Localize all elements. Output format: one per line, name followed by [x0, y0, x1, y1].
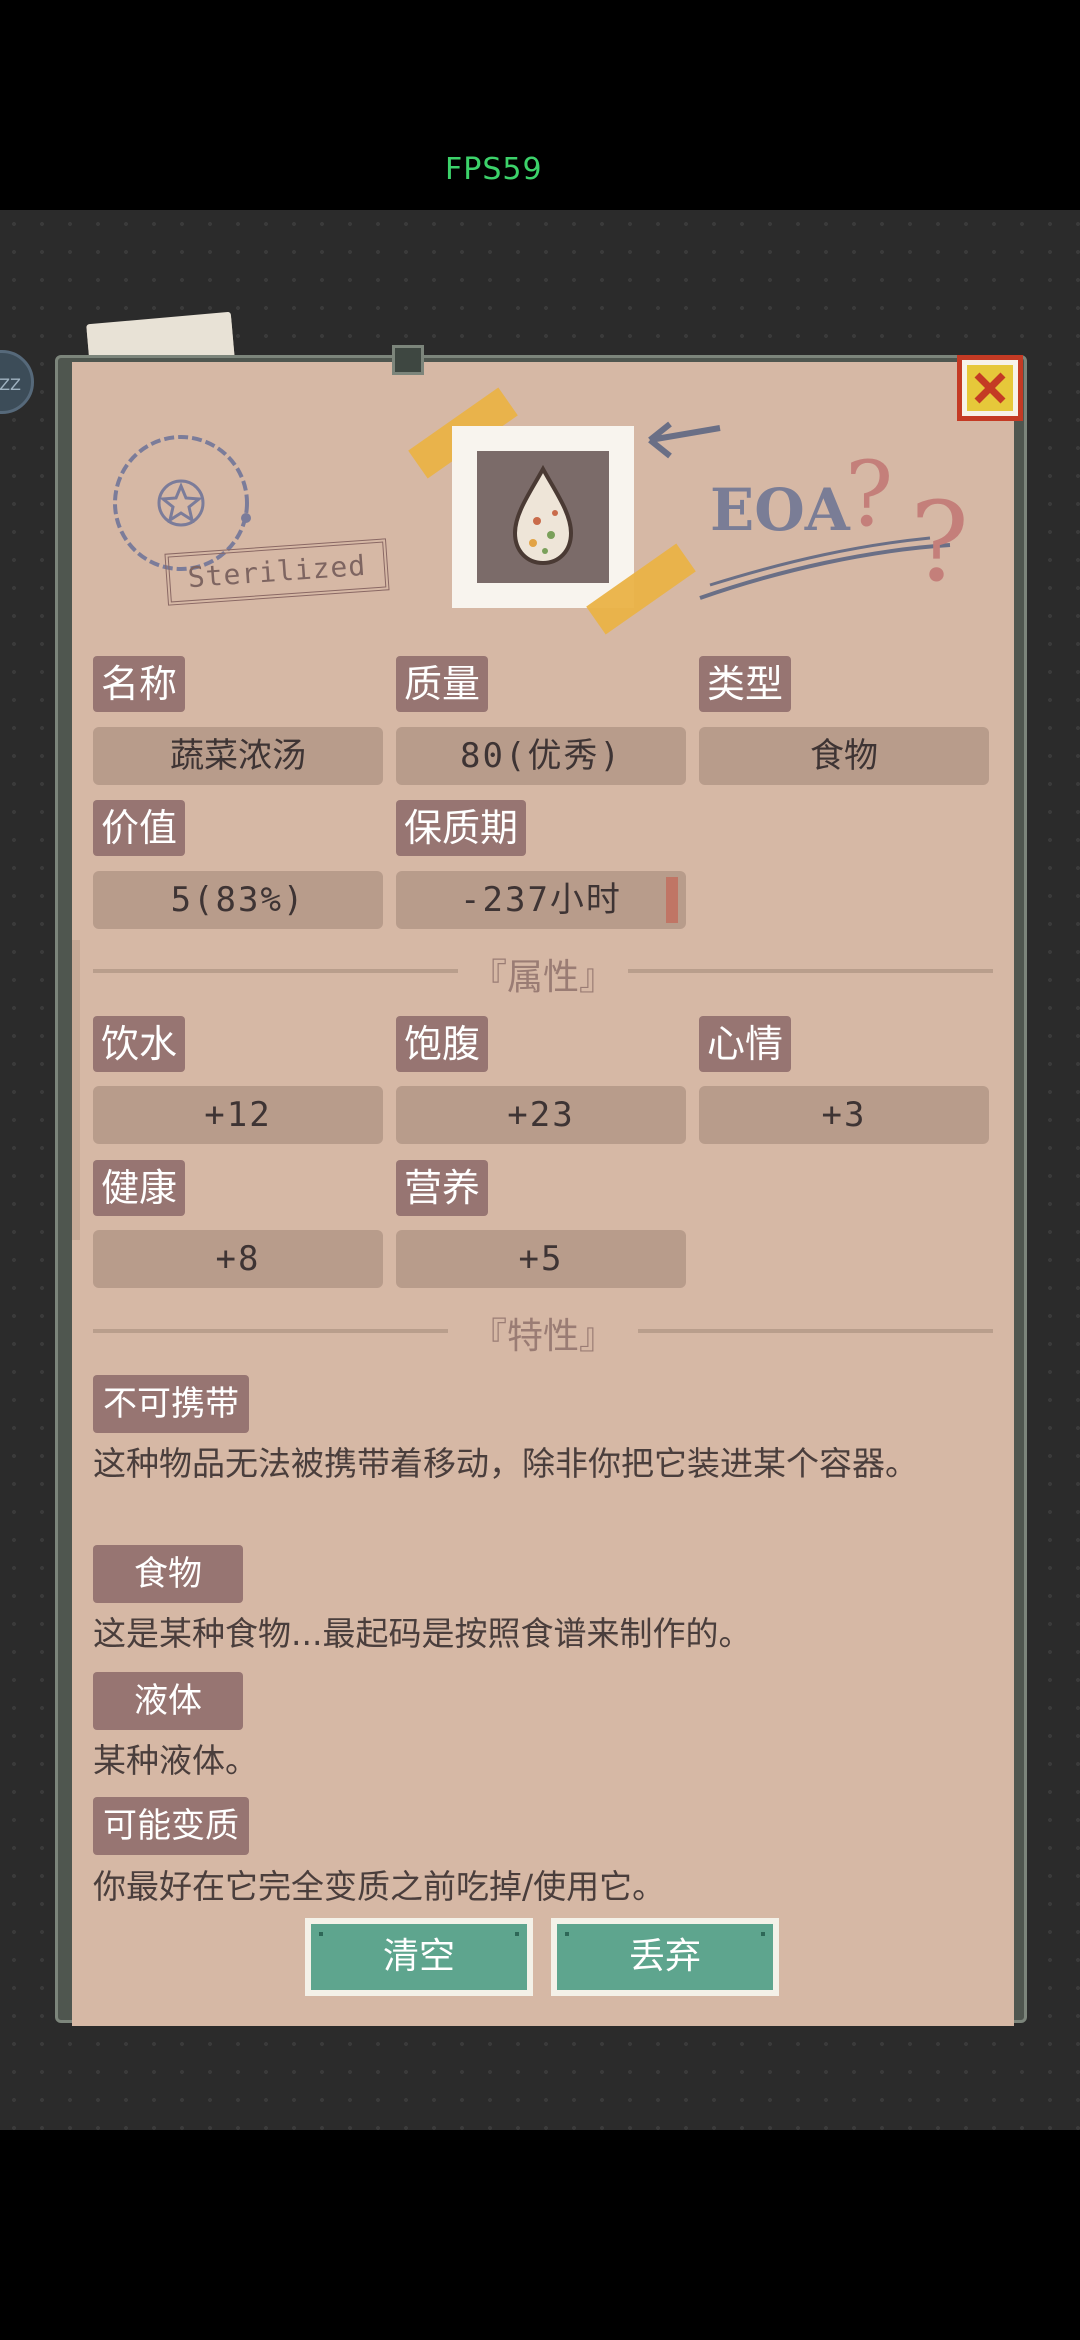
svg-text:EOA: EOA	[710, 476, 851, 544]
close-button[interactable]	[957, 355, 1023, 421]
discard-button[interactable]: 丢弃	[551, 1918, 779, 1996]
trait-tag: 可能变质	[93, 1797, 249, 1855]
water-label: 饮水	[93, 1016, 186, 1072]
status-bar: FPS59	[0, 0, 1080, 210]
quality-value: 80(优秀)	[396, 727, 686, 785]
mood-label: 心情	[699, 1016, 792, 1072]
discard-button-label: 丢弃	[557, 1924, 773, 1990]
item-image-frame	[452, 426, 634, 608]
attributes-title: 『属性』	[470, 957, 615, 998]
mood-value: +3	[699, 1086, 989, 1144]
satiety-label: 饱腹	[396, 1016, 489, 1072]
divider	[628, 969, 993, 973]
trait-description: 你最好在它完全变质之前吃掉/使用它。	[93, 1867, 666, 1906]
side-tab-label: ZZ	[0, 375, 21, 394]
satiety-value: +23	[396, 1086, 686, 1144]
freshness-bar	[666, 877, 678, 923]
trait-description: 这是某种食物...最起码是按照食谱来制作的。	[93, 1614, 752, 1653]
name-label: 名称	[93, 656, 186, 712]
shelf-life-field: -237小时	[396, 871, 686, 929]
trait-description: 某种液体。	[93, 1741, 258, 1780]
divider	[93, 969, 458, 973]
water-value: +12	[93, 1086, 383, 1144]
traits-title: 『特性』	[470, 1316, 615, 1357]
name-value: 蔬菜浓汤	[93, 727, 383, 785]
type-label: 类型	[699, 656, 792, 712]
divider	[638, 1329, 993, 1333]
vegetable-soup-icon	[512, 464, 574, 566]
divider	[93, 1329, 448, 1333]
type-value: 食物	[699, 727, 989, 785]
bottom-bar	[0, 2130, 1080, 2340]
price-value: 5(83%)	[93, 871, 383, 929]
eoa-doodle-icon: EOA ? ?	[648, 421, 969, 606]
close-icon	[967, 365, 1013, 411]
svg-text:?: ?	[845, 442, 893, 547]
clear-button[interactable]: 清空	[305, 1918, 533, 1996]
shelf-life-label: 保质期	[396, 800, 527, 856]
quality-label: 质量	[396, 656, 489, 712]
nutrition-value: +5	[396, 1230, 686, 1288]
price-label: 价值	[93, 800, 186, 856]
trait-description: 这种物品无法被携带着移动，除非你把它装进某个容器。	[93, 1444, 918, 1483]
clear-button-label: 清空	[311, 1924, 527, 1990]
svg-text:?: ?	[910, 478, 969, 606]
shelf-life-value: -237小时	[460, 880, 622, 920]
health-label: 健康	[93, 1160, 186, 1216]
trait-tag: 液体	[93, 1672, 243, 1730]
health-value: +8	[93, 1230, 383, 1288]
trait-tag: 食物	[93, 1545, 243, 1603]
panel-edge-mark	[72, 940, 80, 1540]
nutrition-label: 营养	[396, 1160, 489, 1216]
trait-tag: 不可携带	[93, 1375, 249, 1433]
fps-counter: FPS59	[445, 152, 543, 187]
clip-decoration	[392, 345, 424, 375]
